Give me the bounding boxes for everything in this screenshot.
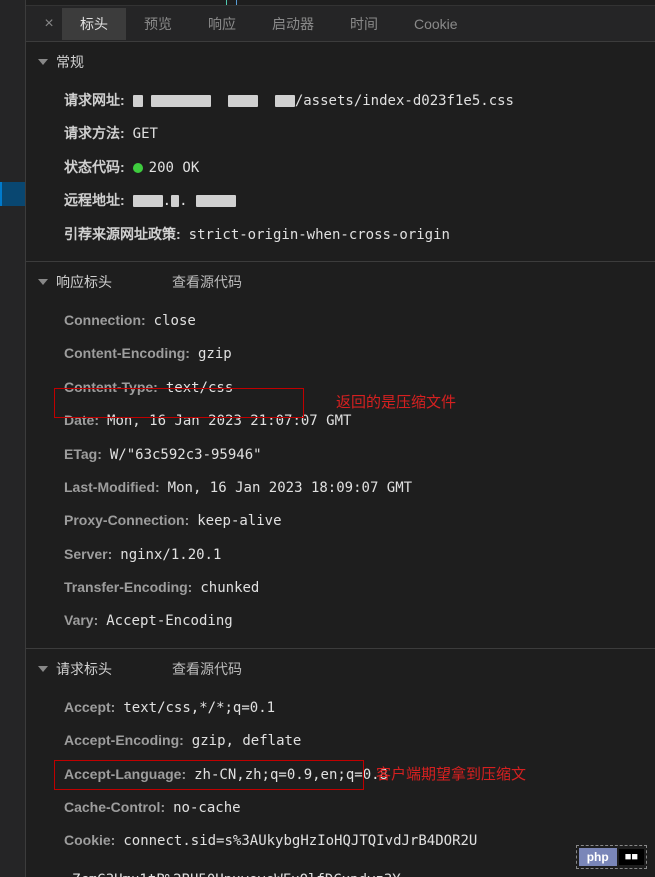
chevron-down-icon [38,279,48,285]
header-value: nginx/1.20.1 [120,544,221,566]
tab-cookies[interactable]: Cookie [396,10,476,38]
header-row: Accept-Language: zh-CN,zh;q=0.9,en;q=0.8 [64,758,655,791]
label: 状态代码: [64,156,125,178]
value: 200 OK [133,157,200,179]
header-value: text/css [166,377,233,399]
header-key: Content-Type: [64,376,158,398]
view-source-link[interactable]: 查看源代码 [172,272,242,292]
general-remote: 远程地址: .. [64,184,655,217]
header-key: Accept-Language: [64,763,186,785]
timeline-strip [26,0,655,6]
label: 引荐来源网址政策: [64,223,181,245]
header-key: Cookie: [64,829,115,851]
header-row: Cache-Control: no-cache [64,791,655,824]
general-method: 请求方法: GET [64,117,655,150]
header-key: Date: [64,409,99,431]
value: /assets/index-d023f1e5.css [133,90,514,112]
tab-preview[interactable]: 预览 [126,8,190,40]
header-value: W/"63c592c3-95946" [110,444,262,466]
header-value: gzip [198,343,232,365]
header-value: Accept-Encoding [106,610,232,632]
header-row: ETag: W/"63c592c3-95946" [64,438,655,471]
header-row: Proxy-Connection: keep-alive [64,504,655,537]
request-headers-list: Accept: text/css,*/*;q=0.1 Accept-Encoding… [26,687,655,868]
header-key: Accept-Encoding: [64,729,184,751]
header-key: Cache-Control: [64,796,165,818]
label: 请求方法: [64,122,125,144]
general-url: 请求网址: /assets/index-d023f1e5.css [64,84,655,117]
header-key: Server: [64,543,112,565]
network-detail-panel: × 标头 预览 响应 启动器 时间 Cookie 常规 请求网址: /asset… [26,0,655,877]
section-request-title: 请求标头 [56,659,112,679]
watermark-left: php [579,848,617,866]
close-icon[interactable]: × [36,15,62,33]
header-value: gzip, deflate [192,730,302,752]
general-referrer: 引荐来源网址政策: strict-origin-when-cross-origi… [64,218,655,251]
value: strict-origin-when-cross-origin [189,224,450,246]
header-row: Vary: Accept-Encoding [64,604,655,637]
tab-bar: × 标头 预览 响应 启动器 时间 Cookie [26,6,655,42]
file-list-gutter [0,0,26,877]
status-dot-icon [133,163,143,173]
section-response-header[interactable]: 响应标头 查看源代码 [26,262,655,300]
header-key: Accept: [64,696,115,718]
view-source-link[interactable]: 查看源代码 [172,659,242,679]
header-value: no-cache [173,797,240,819]
header-value: connect.sid=s%3AUkybgHzIoHQJTQIvdJrB4DOR… [123,830,477,852]
header-value: text/css,*/*;q=0.1 [123,697,275,719]
general-list: 请求网址: /assets/index-d023f1e5.css 请求方法: G… [26,80,655,261]
tab-headers[interactable]: 标头 [62,8,126,40]
section-response-title: 响应标头 [56,272,112,292]
headers-content: 常规 请求网址: /assets/index-d023f1e5.css 请求方法… [26,42,655,877]
header-key: Connection: [64,309,146,331]
header-row: Transfer-Encoding: chunked [64,571,655,604]
annotation-text-request: 客户端期望拿到压缩文 [376,763,526,784]
chevron-down-icon [38,666,48,672]
watermark-right: ■■ [619,849,644,865]
header-value: chunked [200,577,259,599]
header-row: Accept: text/css,*/*;q=0.1 [64,691,655,724]
header-row: Connection: close [64,304,655,337]
tab-initiator[interactable]: 启动器 [254,8,332,40]
header-key: Transfer-Encoding: [64,576,192,598]
section-general-header[interactable]: 常规 [26,42,655,80]
cookie-continuation: ZcmG3Hmu1tP%2BU50HnxyeveWFxQlfDCxpdyz3Y [26,868,655,877]
header-row: Server: nginx/1.20.1 [64,538,655,571]
header-key: ETag: [64,443,102,465]
tab-timing[interactable]: 时间 [332,8,396,40]
header-key: Vary: [64,609,98,631]
label: 远程地址: [64,189,125,211]
header-value: zh-CN,zh;q=0.9,en;q=0.8 [194,764,388,786]
value: GET [133,123,158,145]
header-value: close [154,310,196,332]
tab-response[interactable]: 响应 [190,8,254,40]
annotation-text-response: 返回的是压缩文件 [336,391,456,412]
header-key: Proxy-Connection: [64,509,189,531]
chevron-down-icon [38,59,48,65]
section-general-title: 常规 [56,52,84,72]
section-request-header[interactable]: 请求标头 查看源代码 [26,649,655,687]
header-row: Accept-Encoding: gzip, deflate [64,724,655,757]
header-value: Mon, 16 Jan 2023 18:09:07 GMT [168,477,412,499]
header-row: Cookie: connect.sid=s%3AUkybgHzIoHQJTQIvd… [64,824,655,857]
header-value: Mon, 16 Jan 2023 21:07:07 GMT [107,410,351,432]
header-key: Content-Encoding: [64,342,190,364]
watermark: php ■■ [576,845,647,869]
header-key: Last-Modified: [64,476,160,498]
header-row: Content-Encoding: gzip [64,337,655,370]
general-status: 状态代码: 200 OK [64,151,655,184]
response-headers-list: Connection:closeContent-Encoding:gzipCon… [26,300,655,648]
label: 请求网址: [64,89,125,111]
value: .. [133,190,236,212]
header-row: Last-Modified: Mon, 16 Jan 2023 18:09:07 … [64,471,655,504]
header-value: keep-alive [197,510,281,532]
